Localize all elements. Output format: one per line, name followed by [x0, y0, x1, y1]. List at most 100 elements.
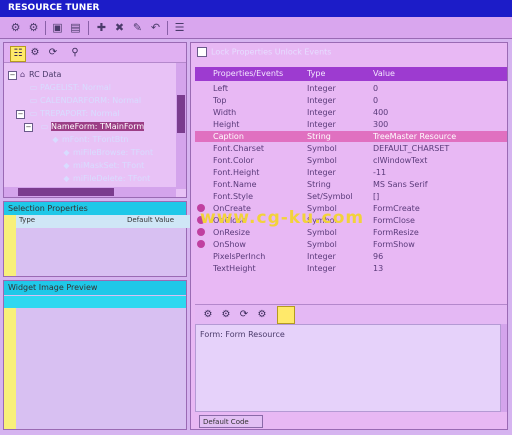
col-header-value[interactable]: Value: [373, 69, 395, 78]
tree-node[interactable]: ◆ miFileDelete: TFont: [62, 173, 150, 184]
settings-alt-icon[interactable]: ⚙: [26, 20, 41, 35]
default-code-button[interactable]: Default Code: [199, 415, 263, 428]
save-icon[interactable]: ▣: [50, 20, 65, 35]
property-value[interactable]: 13: [373, 263, 383, 274]
property-type: Integer: [307, 264, 336, 273]
property-value[interactable]: FormResize: [373, 227, 419, 238]
property-value[interactable]: 0: [373, 83, 378, 94]
property-row[interactable]: Font.Charset Symbol DEFAULT_CHARSET: [195, 143, 507, 154]
property-name: PixelsPerInch: [213, 252, 266, 261]
property-row[interactable]: Width Integer 400: [195, 107, 507, 118]
run-icon[interactable]: ⚙: [255, 308, 269, 322]
properties-panel: Lock Properties Unlock Events Properties…: [190, 42, 508, 430]
tree-expander[interactable]: −: [16, 110, 25, 119]
property-value[interactable]: clWindowText: [373, 155, 427, 166]
tree-node[interactable]: ◆ miFileBrowse: TFont: [62, 147, 153, 158]
selection-col-type[interactable]: Type: [16, 215, 131, 228]
event-icon[interactable]: ⚙: [201, 308, 215, 322]
lock-properties-checkbox[interactable]: Lock Properties Unlock Events: [197, 47, 331, 59]
component-icon: ◆: [52, 135, 59, 144]
tree-expander[interactable]: −: [8, 71, 17, 80]
property-value[interactable]: -11: [373, 167, 386, 178]
property-name: Caption: [213, 132, 244, 141]
window-title: RESOURCE TUNER: [0, 0, 512, 17]
property-row[interactable]: Height Integer 300: [195, 119, 507, 130]
property-name: OnResize: [213, 228, 250, 237]
col-header-type[interactable]: Type: [307, 69, 325, 78]
property-type: Integer: [307, 120, 336, 129]
property-value[interactable]: FormShow: [373, 239, 415, 250]
tree-vertical-scroll-thumb[interactable]: [177, 95, 185, 133]
tree-view-icon[interactable]: ☷: [10, 46, 26, 62]
refresh-icon[interactable]: ⟳: [46, 46, 60, 60]
selection-col-default[interactable]: Default Value: [124, 215, 193, 228]
property-name: TextHeight: [213, 264, 256, 273]
code-icon[interactable]: ⚙: [219, 308, 233, 322]
component-icon: ◆: [63, 161, 70, 170]
property-row[interactable]: Font.Color Symbol clWindowText: [195, 155, 507, 166]
property-type: Symbol: [307, 228, 337, 237]
property-row[interactable]: Left Integer 0: [195, 83, 507, 94]
tree-node[interactable]: ◆ miMaskSet: TFont: [62, 160, 144, 171]
settings-icon[interactable]: ⚙: [8, 20, 23, 35]
property-value[interactable]: 400: [373, 107, 388, 118]
property-value[interactable]: FormCreate: [373, 203, 420, 214]
widget-image-panel: Widget Image Preview: [3, 280, 187, 430]
add-icon[interactable]: ✚: [94, 20, 109, 35]
tool-icon[interactable]: ✎: [130, 20, 145, 35]
form-icon: ▭: [29, 109, 38, 118]
compile-icon[interactable]: ⟳: [237, 308, 251, 322]
property-value[interactable]: FormClose: [373, 215, 415, 226]
property-value[interactable]: 96: [373, 251, 383, 262]
property-row[interactable]: Font.Height Integer -11: [195, 167, 507, 178]
event-row[interactable]: OnShow Symbol FormShow: [195, 239, 507, 250]
checkbox-box[interactable]: [197, 47, 207, 57]
watermark-text: www.cg-ku.com: [200, 208, 365, 228]
property-row[interactable]: PixelsPerInch Integer 96: [195, 251, 507, 262]
undo-icon[interactable]: ↶: [148, 20, 163, 35]
tree-node[interactable]: ▭ TREPAPORT: Normal: [29, 108, 120, 119]
open-icon[interactable]: ▤: [68, 20, 83, 35]
list-icon[interactable]: ☰: [172, 20, 187, 35]
form-icon: ▭: [29, 83, 38, 92]
property-value[interactable]: []: [373, 191, 379, 202]
property-row[interactable]: Font.Style Set/Symbol []: [195, 191, 507, 202]
code-scrollbar[interactable]: [501, 324, 507, 412]
tree-node[interactable]: ⌂ RC Data: [18, 69, 61, 80]
event-row[interactable]: OnResize Symbol FormResize: [195, 227, 507, 238]
tree-horizontal-scroll-thumb[interactable]: [18, 188, 114, 196]
property-value[interactable]: 0: [373, 95, 378, 106]
property-value[interactable]: MS Sans Serif: [373, 179, 428, 190]
tree-toolbar: ☷ ⚙ ⟳ ⚲: [4, 43, 186, 63]
tree-expander[interactable]: −: [24, 123, 33, 132]
toolbar-separator: [167, 21, 168, 35]
property-type: Integer: [307, 96, 336, 105]
toolbar-separator: [88, 21, 89, 35]
property-type: Symbol: [307, 144, 337, 153]
tree-node[interactable]: ▭ CALENDARFORM: Normal: [29, 95, 141, 106]
tree-node[interactable]: ▭ NameForm: TMainForm: [40, 121, 145, 132]
tree-node[interactable]: ◆ mFont: TFontBtn: [51, 134, 128, 145]
event-icon: [197, 228, 205, 236]
filter-icon[interactable]: ⚲: [68, 46, 82, 60]
resource-tree-panel: ☷ ⚙ ⟳ ⚲ −⌂RC Data+▭PAGELIST: Normal+▭CAL…: [3, 42, 187, 198]
property-value[interactable]: DEFAULT_CHARSET: [373, 143, 449, 154]
tree-node[interactable]: ▭ PAGELIST: Normal: [29, 82, 111, 93]
property-type: String: [307, 180, 331, 189]
expand-icon[interactable]: ⚙: [28, 46, 42, 60]
property-row[interactable]: Caption String TreeMaster Resource: [195, 131, 507, 142]
code-editor[interactable]: Form: Form Resource: [195, 324, 501, 412]
delete-icon[interactable]: ✖: [112, 20, 127, 35]
col-header-properties[interactable]: Properties/Events: [213, 69, 283, 78]
highlight-icon[interactable]: [277, 306, 295, 324]
property-type: Symbol: [307, 156, 337, 165]
property-value[interactable]: 300: [373, 119, 388, 130]
component-icon: ◆: [63, 148, 70, 157]
property-value[interactable]: TreeMaster Resource: [373, 131, 456, 142]
property-row[interactable]: Top Integer 0: [195, 95, 507, 106]
property-row[interactable]: TextHeight Integer 13: [195, 263, 507, 274]
property-name: Left: [213, 84, 229, 93]
property-row[interactable]: Font.Name String MS Sans Serif: [195, 179, 507, 190]
property-name: Height: [213, 120, 240, 129]
tree-node-label: mFont: TFontBtn: [62, 135, 129, 144]
